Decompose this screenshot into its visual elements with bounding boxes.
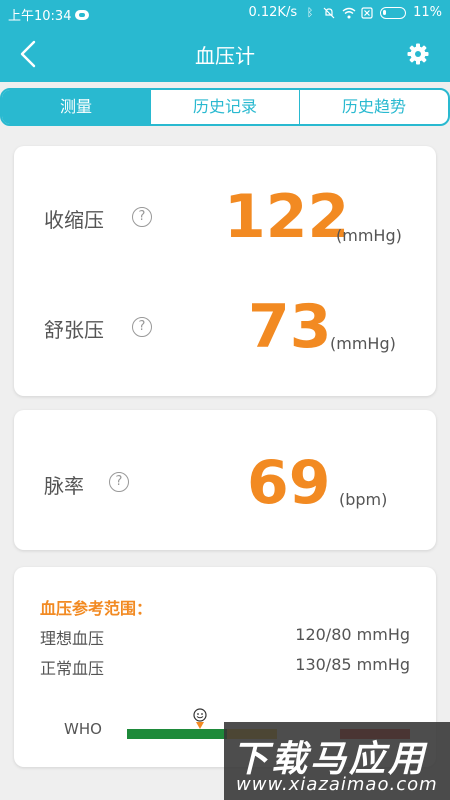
systolic-label: 收缩压: [44, 208, 104, 232]
systolic-unit: (mmHg): [336, 226, 402, 245]
reference-row-ideal: 理想血压 120/80 mmHg: [40, 625, 410, 649]
status-left: 上午10:34: [8, 5, 90, 24]
systolic-help-icon[interactable]: ?: [132, 207, 152, 227]
systolic-value: 122: [224, 182, 350, 252]
diastolic-help-icon[interactable]: ?: [132, 317, 152, 337]
status-bar: 上午10:34 0.12K/s ᛒ 11%: [0, 0, 450, 26]
gear-icon[interactable]: [406, 42, 430, 66]
tab-history-records[interactable]: 历史记录: [150, 90, 299, 124]
battery-percent: 11%: [413, 5, 442, 20]
pulse-label: 脉率: [44, 474, 84, 498]
status-time: 上午10:34: [8, 9, 72, 24]
watermark-url: www.xiazaimao.com: [236, 774, 438, 795]
diastolic-unit: (mmHg): [330, 334, 396, 353]
bluetooth-icon: ᛒ: [306, 5, 314, 19]
who-scale-label: WHO: [64, 720, 102, 738]
nav-bar: 血压计: [0, 26, 450, 82]
reference-row-value: 120/80 mmHg: [295, 625, 410, 644]
smiley-marker-icon: [192, 708, 208, 732]
reference-row-normal: 正常血压 130/85 mmHg: [40, 655, 410, 679]
cloud-icon: [75, 9, 90, 20]
tab-history-trend[interactable]: 历史趋势: [299, 90, 448, 124]
reference-row-label: 理想血压: [40, 629, 105, 648]
network-speed: 0.12K/s: [248, 5, 298, 20]
sim-icon: [361, 6, 373, 19]
tab-bar: 测量 历史记录 历史趋势: [0, 88, 450, 126]
reference-row-value: 130/85 mmHg: [295, 655, 410, 674]
tab-measure[interactable]: 测量: [2, 90, 150, 124]
blood-pressure-card: 收缩压 ? 122 (mmHg) 舒张压 ? 73 (mmHg): [14, 146, 436, 396]
battery-icon: [380, 6, 407, 19]
reference-title: 血压参考范围：: [40, 599, 153, 618]
diastolic-label: 舒张压: [44, 318, 104, 342]
page-title: 血压计: [195, 44, 255, 68]
pulse-unit: (bpm): [339, 490, 388, 509]
reference-row-label: 正常血压: [40, 659, 105, 678]
status-right: 0.12K/s ᛒ 11%: [248, 5, 442, 20]
diastolic-value: 73: [248, 292, 332, 362]
mute-icon: [323, 7, 335, 19]
watermark-logo: 下载马应用 www.xiazaimao.com: [224, 722, 450, 800]
wifi-icon: [342, 7, 356, 19]
pulse-card: 脉率 ? 69 (bpm): [14, 410, 436, 550]
pulse-value: 69: [247, 448, 331, 518]
pulse-help-icon[interactable]: ?: [109, 472, 129, 492]
scale-bar-green: [127, 729, 227, 739]
